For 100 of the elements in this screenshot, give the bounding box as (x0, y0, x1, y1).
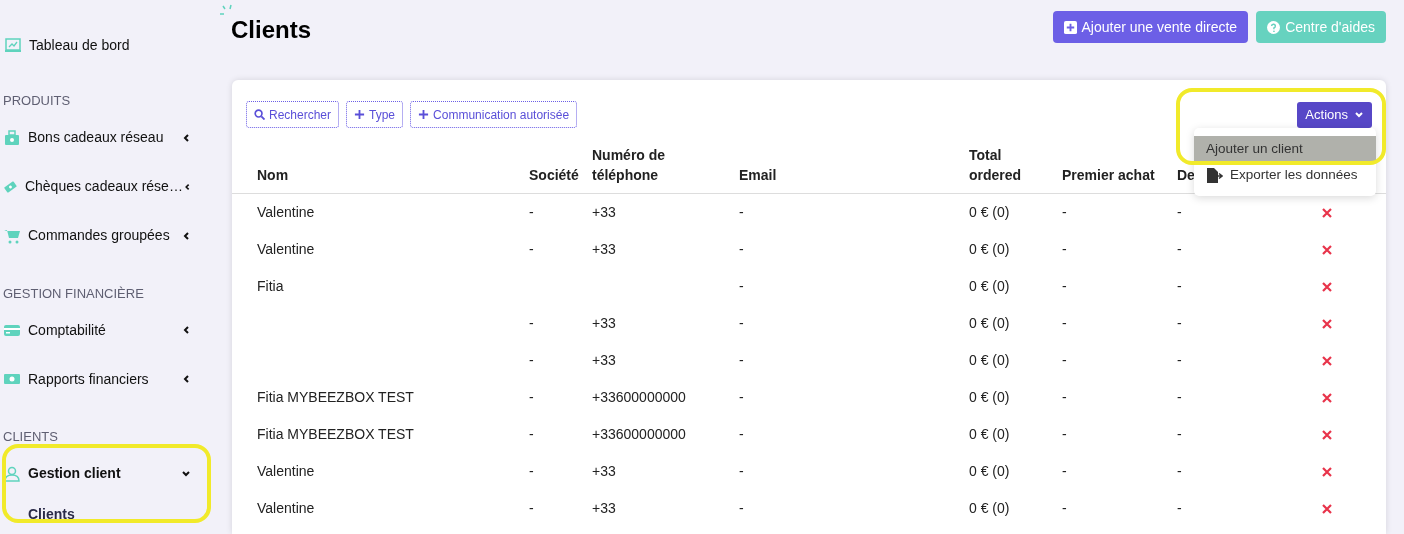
table-cell-text: Valentine (257, 240, 316, 259)
table-cell-text: - (739, 499, 745, 518)
delete-icon[interactable] (1321, 355, 1332, 366)
menu-item[interactable]: Ajouter un client (1194, 136, 1376, 162)
table-cell-text: +33 (592, 240, 617, 259)
table-cell-text: - (739, 388, 745, 407)
table-cell-text: - (529, 314, 535, 333)
table-cell-text: - (1062, 351, 1068, 370)
table-cell-text: - (739, 314, 745, 333)
page-title: Clients (231, 15, 311, 45)
table-cell-text: - (1062, 314, 1068, 333)
sidebar-item[interactable]: Gestion client (28, 463, 121, 484)
delete-icon[interactable] (1321, 392, 1332, 403)
user-icon (4, 465, 20, 482)
table-cell-text: - (739, 203, 745, 222)
sidebar-item[interactable]: Chèques cadeaux rése… (24, 176, 183, 197)
add-sale-button[interactable]: Ajouter une vente directe (1052, 11, 1249, 43)
table-cell-text: +33 (592, 351, 617, 370)
section-heading: PRODUITS (2, 92, 72, 110)
table-cell-text: +33 (592, 203, 617, 222)
actions-button[interactable]: Actions (1297, 101, 1372, 128)
sidebar-item[interactable]: Bons cadeaux réseau (28, 127, 164, 148)
table-cell-text: - (1177, 203, 1183, 222)
gift-icon (4, 129, 20, 146)
chevron-left-icon (181, 325, 191, 335)
table-cell-text: 0 € (0) (969, 388, 1011, 407)
table-cell-text: - (1177, 351, 1183, 370)
table-cell-text: Fitia MYBEEZBOX TEST (257, 425, 415, 444)
plus-square-icon (1063, 20, 1077, 34)
table-cell-text: 0 € (0) (969, 499, 1011, 518)
delete-icon[interactable] (1321, 244, 1332, 255)
table-cell-text: - (1062, 240, 1068, 259)
plus-icon (354, 109, 366, 120)
table-cell-text: +33 (592, 462, 617, 481)
table-cell-text: - (1177, 388, 1183, 407)
table-cell-text: Fitia (257, 277, 285, 296)
table-cell-text: - (739, 240, 745, 259)
table-cell-text: Fitia MYBEEZBOX TEST (257, 388, 415, 407)
section-heading: CLIENTS (2, 428, 59, 446)
column-header[interactable]: Numéro de téléphone (592, 145, 739, 185)
sidebar-item-label: Tableau de bord (29, 35, 130, 55)
sidebar-item[interactable]: Commandes groupées (28, 225, 170, 246)
table-cell-text: - (529, 240, 535, 259)
column-header[interactable]: Société (529, 165, 592, 185)
table-cell-text: - (1062, 203, 1068, 222)
section-heading: GESTION FINANCIÈRE (2, 284, 145, 303)
table-cell-text: - (1062, 388, 1068, 407)
table-cell-text: - (1177, 277, 1183, 296)
chevron-down-icon (181, 468, 191, 479)
table-cell-text: 0 € (0) (969, 462, 1011, 481)
delete-icon[interactable] (1321, 503, 1332, 514)
table-cell-text: 0 € (0) (969, 277, 1011, 296)
delete-icon[interactable] (1321, 207, 1332, 218)
table-cell-text: Valentine (257, 462, 316, 481)
table-cell-text: - (739, 425, 745, 444)
chevron-left-icon (181, 230, 191, 241)
delete-icon[interactable] (1321, 466, 1332, 477)
table-cell-text: - (1177, 240, 1183, 259)
table-cell-text: - (1062, 499, 1068, 518)
question-icon (1267, 20, 1281, 34)
table-cell-text: - (739, 462, 745, 481)
table-cell-text: - (1062, 277, 1068, 296)
column-header[interactable]: Email (739, 165, 969, 185)
table-cell-text: - (1177, 425, 1183, 444)
table-cell-text: - (529, 388, 535, 407)
chart-icon (5, 37, 21, 53)
table-cell-text: Valentine (257, 499, 316, 518)
column-header[interactable]: Premier achat (1062, 165, 1177, 185)
table-cell-text: - (1177, 314, 1183, 333)
table-cell-text: +33 (592, 314, 617, 333)
plus-icon (418, 109, 430, 120)
sidebar-subitem[interactable]: Clients (0, 503, 226, 525)
banknote-icon (4, 371, 20, 387)
chevron-down-icon (1354, 109, 1364, 120)
table-cell-text: 0 € (0) (969, 351, 1011, 370)
table-cell-text: 0 € (0) (969, 203, 1011, 222)
table-cell-text: - (529, 462, 535, 481)
credit-card-icon (4, 322, 20, 338)
column-header[interactable]: Total ordered (969, 145, 1062, 185)
sidebar-item[interactable]: Comptabilité (28, 319, 106, 341)
column-header[interactable]: Nom (257, 165, 529, 185)
table-cell-text: - (1177, 462, 1183, 481)
table-cell-text: - (529, 499, 535, 518)
table-cell-text: - (1177, 499, 1183, 518)
table-cell-text: - (739, 277, 745, 296)
table-cell-text: Valentine (257, 203, 316, 222)
cart-icon (4, 227, 20, 244)
sidebar-item[interactable]: Rapports financiers (28, 368, 149, 390)
delete-icon[interactable] (1321, 318, 1332, 329)
table-cell-text: +33600000000 (592, 388, 687, 407)
table-cell-text: +33600000000 (592, 425, 687, 444)
table-cell-text: - (1062, 425, 1068, 444)
delete-icon[interactable] (1321, 429, 1332, 440)
file-export-icon (1206, 167, 1223, 183)
table-cell-text: - (529, 203, 535, 222)
table-cell-text: - (529, 351, 535, 370)
table-cell-text: +33 (592, 499, 617, 518)
delete-icon[interactable] (1321, 281, 1332, 292)
chevron-left-icon (181, 132, 191, 143)
table-cell-text: - (529, 425, 535, 444)
